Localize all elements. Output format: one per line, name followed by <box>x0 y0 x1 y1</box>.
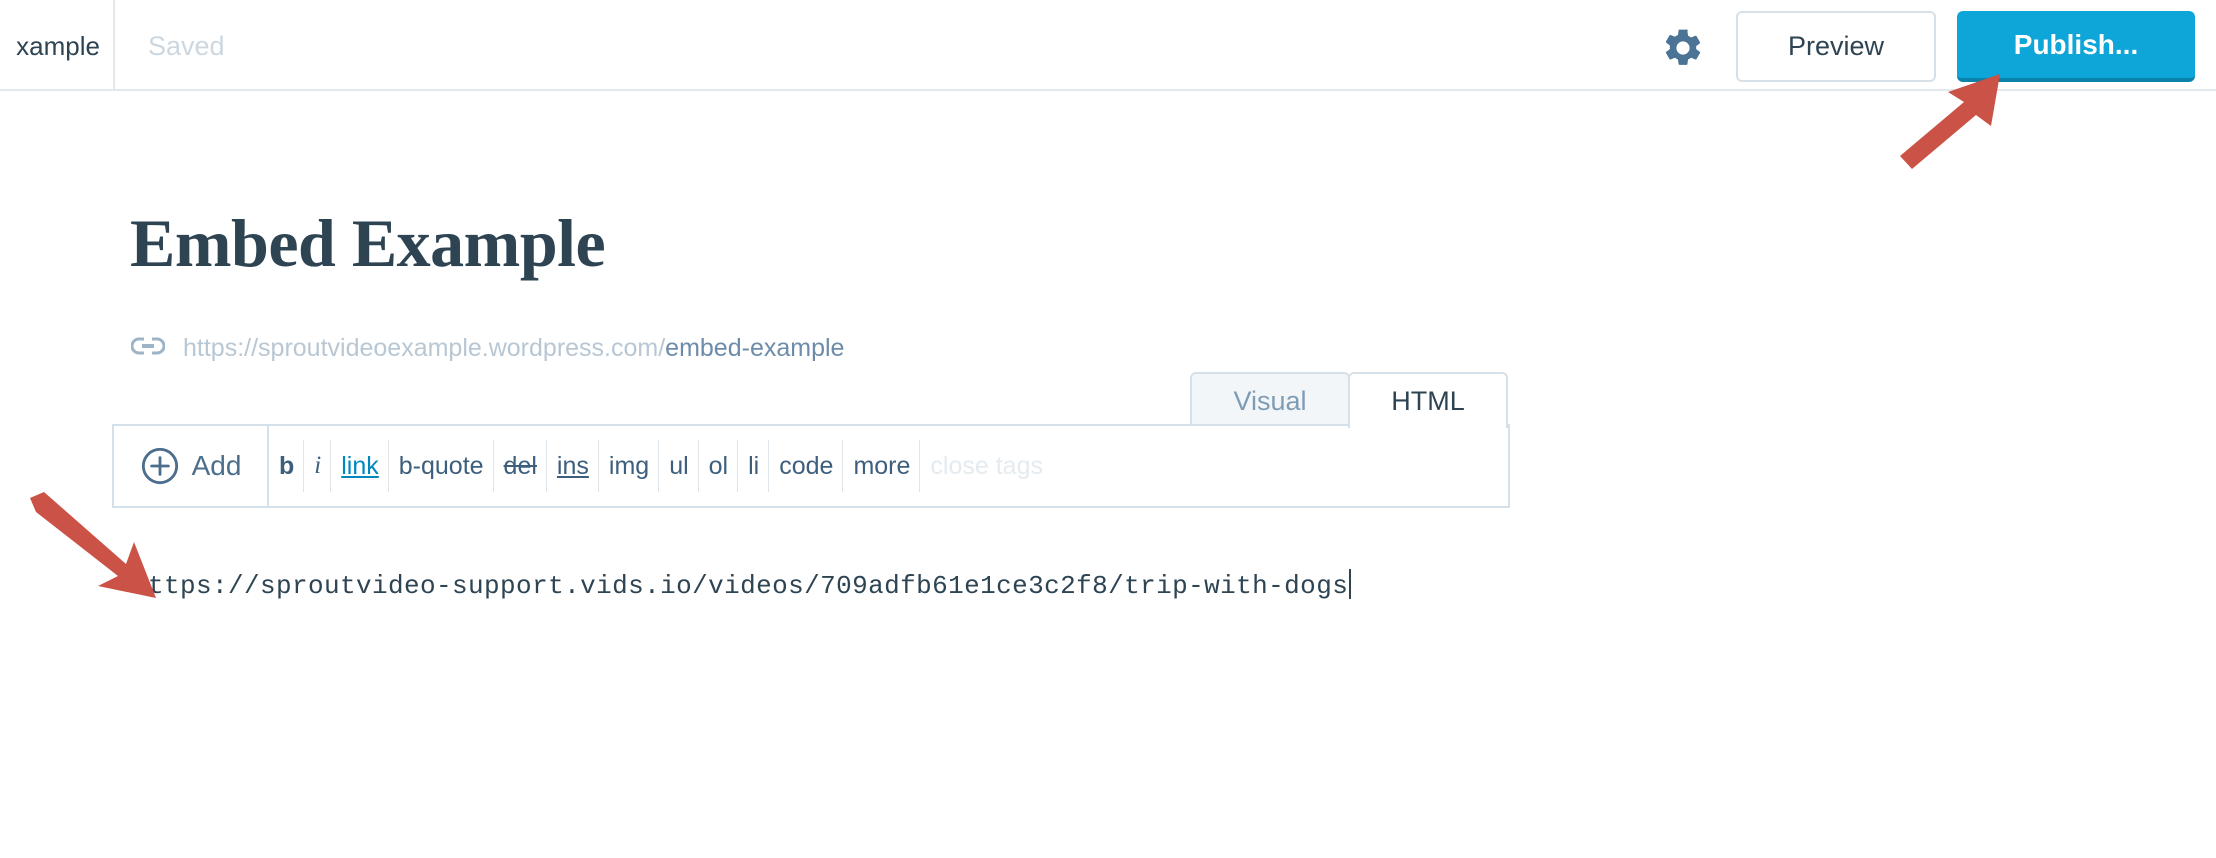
editor-content-area[interactable]: https://sproutvideo-support.vids.io/vide… <box>112 506 1510 806</box>
permalink[interactable]: https://sproutvideoexample.wordpress.com… <box>130 326 845 370</box>
preview-button[interactable]: Preview <box>1736 11 1936 82</box>
toolbar-button-img[interactable]: img <box>599 426 660 506</box>
save-status-label: Saved <box>148 31 225 61</box>
link-icon <box>130 335 166 362</box>
editor-content-text: https://sproutvideo-support.vids.io/vide… <box>132 571 1349 601</box>
editor-mode-tabs: Visual HTML <box>1190 372 1508 428</box>
permalink-base-url: https://sproutvideoexample.wordpress.com… <box>183 334 666 362</box>
plus-circle-icon <box>140 446 180 486</box>
toolbar-button-li[interactable]: li <box>738 426 770 506</box>
toolbar-button-ins[interactable]: ins <box>547 426 599 506</box>
permalink-slug: embed-example <box>665 334 845 362</box>
toolbar-button-close-tags: close tags <box>930 451 1043 480</box>
add-media-button[interactable]: Add <box>114 426 269 506</box>
gear-icon <box>1661 26 1705 70</box>
toolbar-button-group: b i link b-quote del ins img ul ol li code more clos… <box>269 426 1508 506</box>
toolbar-button-ul[interactable]: ul <box>659 426 700 506</box>
toolbar-button-more[interactable]: more <box>843 426 921 506</box>
editor-header-bar: xample Saved Preview Publish... <box>0 0 2216 91</box>
post-title[interactable]: Embed Example <box>130 203 606 283</box>
toolbar-button-code[interactable]: code <box>769 426 844 506</box>
site-title-truncated: xample <box>16 31 100 61</box>
settings-gear-button[interactable] <box>1652 18 1714 78</box>
text-caret <box>1349 569 1352 599</box>
toolbar-button-b-quote[interactable]: b-quote <box>389 426 494 506</box>
toolbar-button-del[interactable]: del <box>494 426 548 506</box>
toolbar-button-ol[interactable]: ol <box>699 426 739 506</box>
tab-html[interactable]: HTML <box>1348 372 1508 428</box>
toolbar-button-link[interactable]: link <box>331 426 389 506</box>
tab-visual[interactable]: Visual <box>1190 372 1350 428</box>
toolbar-button-b[interactable]: b <box>269 426 305 506</box>
editor-toolbar: Add b i link b-quote del ins img ul ol li code more… <box>112 424 1510 508</box>
header-divider <box>113 0 115 89</box>
editor-content-line[interactable]: https://sproutvideo-support.vids.io/vide… <box>132 569 1352 603</box>
publish-button[interactable]: Publish... <box>1957 11 2195 82</box>
toolbar-button-i[interactable]: i <box>304 426 332 506</box>
add-media-label: Add <box>191 450 242 481</box>
wordpress-post-editor: xample Saved Preview Publish... Embed Ex… <box>0 0 2216 858</box>
